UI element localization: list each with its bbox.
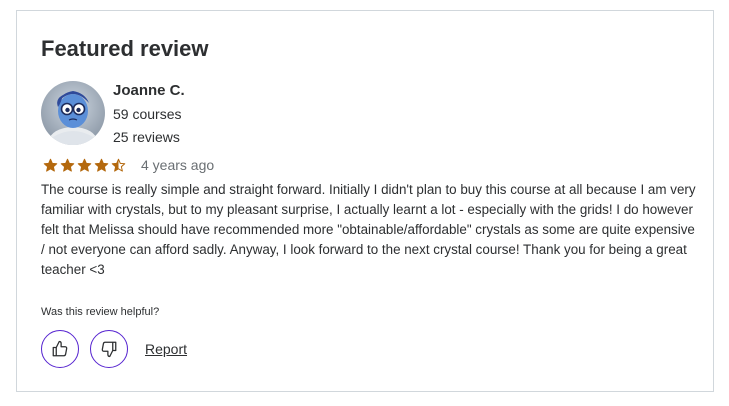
star-full-icon [60, 158, 75, 172]
thumbs-down-icon [101, 341, 117, 358]
thumbs-down-button[interactable] [90, 330, 128, 368]
review-text: The course is really simple and straight… [41, 182, 696, 277]
avatar-image [41, 81, 105, 145]
thumbs-up-icon [52, 340, 68, 357]
helpful-question: Was this review helpful? [41, 306, 160, 318]
reviewer-courses-count: 59 courses [113, 106, 182, 122]
rating-row: 4 years ago [43, 155, 214, 175]
star-full-icon [43, 158, 58, 172]
review-age: 4 years ago [141, 157, 215, 173]
report-link[interactable]: Report [145, 340, 187, 358]
star-rating [43, 158, 128, 173]
reviewer-reviews-count: 25 reviews [113, 129, 180, 145]
reviewer-avatar [41, 81, 105, 145]
reviewer-name: Joanne C. [113, 82, 185, 99]
star-half-icon [111, 158, 126, 172]
featured-review-card: Featured review Joanne C. 59 courses 25 … [16, 10, 714, 392]
thumbs-up-button[interactable] [41, 330, 79, 368]
section-title: Featured review [41, 36, 209, 61]
star-full-icon [94, 158, 109, 172]
star-full-icon [77, 158, 92, 172]
